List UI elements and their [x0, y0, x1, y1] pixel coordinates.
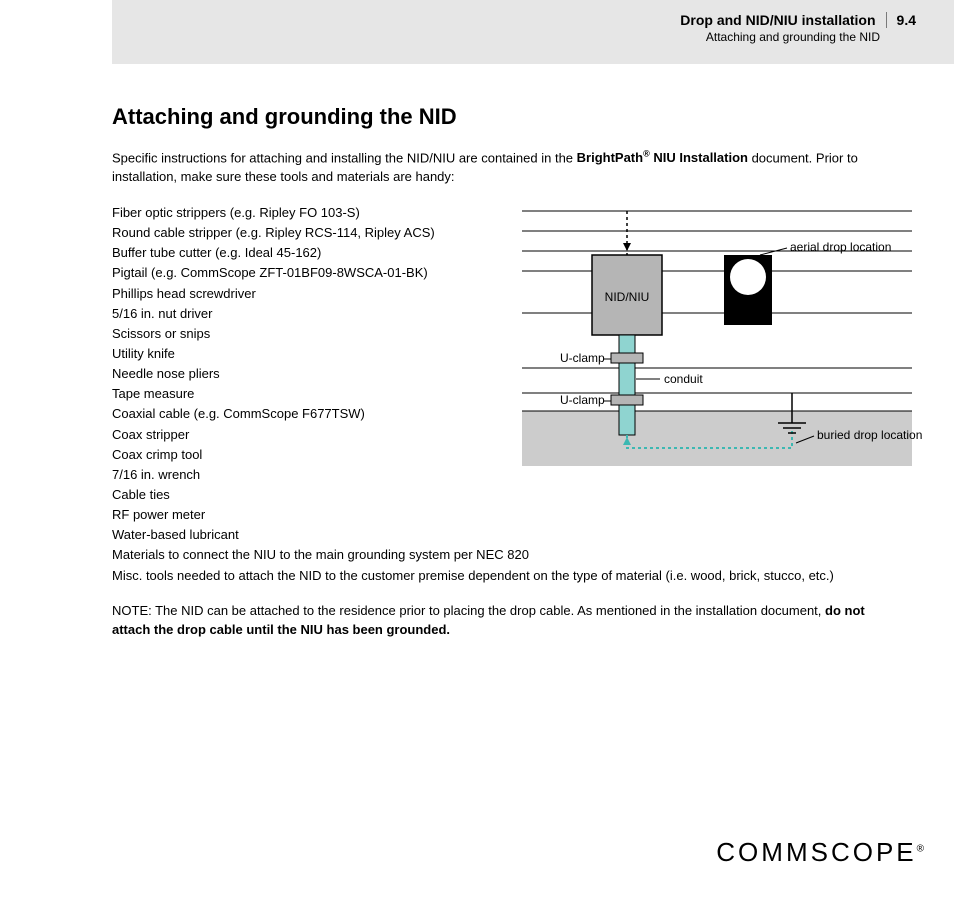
section-number: 9.4 — [886, 12, 916, 28]
list-item: Water-based lubricant — [112, 525, 512, 545]
svg-text:U-clamp: U-clamp — [560, 393, 605, 407]
list-item: Scissors or snips — [112, 324, 512, 344]
svg-text:buried drop location: buried drop location — [817, 428, 922, 442]
list-item: Misc. tools needed to attach the NID to … — [112, 566, 892, 586]
page-content: Attaching and grounding the NID Specific… — [112, 64, 924, 639]
intro-bold-label: BrightPath — [577, 150, 643, 165]
list-item: Fiber optic strippers (e.g. Ripley FO 10… — [112, 203, 512, 223]
list-item: Round cable stripper (e.g. Ripley RCS-11… — [112, 223, 512, 243]
svg-text:U-clamp: U-clamp — [560, 351, 605, 365]
registered-mark: ® — [643, 149, 650, 159]
registered-mark: ® — [917, 843, 924, 854]
list-item: Pigtail (e.g. CommScope ZFT-01BF09-8WSCA… — [112, 263, 512, 283]
commscope-logo: COMMSCOPE® — [716, 837, 924, 868]
list-item: 7/16 in. wrench — [112, 465, 512, 485]
list-item: Coax crimp tool — [112, 445, 512, 465]
svg-text:conduit: conduit — [664, 372, 703, 386]
logo-text: COMMSCOPE — [716, 837, 916, 867]
tool-list: Fiber optic strippers (e.g. Ripley FO 10… — [112, 203, 512, 586]
page-heading: Attaching and grounding the NID — [112, 104, 924, 130]
list-item: 5/16 in. nut driver — [112, 304, 512, 324]
intro-text-before: Specific instructions for attaching and … — [112, 150, 577, 165]
list-item: Needle nose pliers — [112, 364, 512, 384]
list-item: Materials to connect the NIU to the main… — [112, 545, 892, 565]
list-item: Coaxial cable (e.g. CommScope F677TSW) — [112, 404, 512, 424]
svg-text:aerial drop location: aerial drop location — [790, 240, 891, 254]
svg-text:NID/NIU: NID/NIU — [605, 290, 650, 304]
list-item: Buffer tube cutter (e.g. Ideal 45-162) — [112, 243, 512, 263]
chapter-title: Drop and NID/NIU installation — [680, 12, 875, 28]
list-item: Utility knife — [112, 344, 512, 364]
section-title: Attaching and grounding the NID — [680, 30, 924, 44]
list-item: Tape measure — [112, 384, 512, 404]
list-item: Coax stripper — [112, 425, 512, 445]
list-item: RF power meter — [112, 505, 512, 525]
page-header: Drop and NID/NIU installation 9.4 Attachi… — [112, 0, 954, 64]
note-paragraph: NOTE: The NID can be attached to the res… — [112, 602, 902, 640]
note-prefix: NOTE: The NID can be attached to the res… — [112, 603, 825, 618]
list-item: Cable ties — [112, 485, 512, 505]
list-item: Phillips head screwdriver — [112, 284, 512, 304]
intro-bold-suffix: NIU Installation — [650, 150, 748, 165]
intro-paragraph: Specific instructions for attaching and … — [112, 148, 924, 187]
nid-installation-diagram: NID/NIU — [512, 193, 932, 473]
